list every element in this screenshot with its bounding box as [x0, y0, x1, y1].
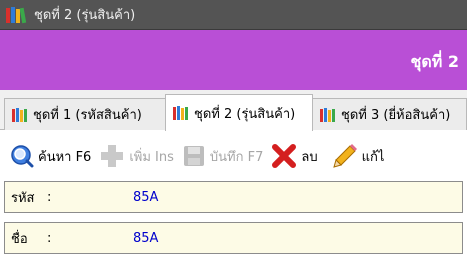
code-separator: :: [47, 189, 52, 205]
toolbar: ค้นหา F6 เพิ่ม Ins บันทึก F7 ลบ แก้ไ: [0, 138, 467, 174]
floppy-disk-icon: [182, 144, 206, 168]
window-title: ชุดที่ 2 (รุ่นสินค้า): [34, 8, 136, 23]
delete-label: ลบ: [301, 149, 318, 165]
tab-set-2[interactable]: ชุดที่ 2 (รุ่นสินค้า): [165, 94, 313, 131]
name-label: ชื่อ: [11, 231, 28, 247]
add-button[interactable]: เพิ่ม Ins: [99, 143, 174, 169]
search-button[interactable]: ค้นหา F6: [10, 144, 91, 168]
name-value: 85A: [133, 230, 159, 246]
pencil-icon: [332, 143, 358, 169]
books-icon: [319, 107, 337, 123]
books-icon: [11, 107, 29, 123]
books-icon: [172, 105, 190, 121]
save-button[interactable]: บันทึก F7: [182, 144, 263, 168]
tab-label: ชุดที่ 2 (รุ่นสินค้า): [194, 106, 296, 122]
tab-set-1[interactable]: ชุดที่ 1 (รหัสสินค้า): [4, 98, 166, 130]
search-icon: [10, 144, 34, 168]
code-label: รหัส: [11, 190, 35, 206]
books-icon: [5, 6, 27, 24]
page-header: ชุดที่ 2: [0, 30, 467, 90]
tab-label: ชุดที่ 1 (รหัสสินค้า): [33, 108, 142, 123]
edit-button[interactable]: แก้ไ: [332, 143, 385, 169]
name-separator: :: [47, 230, 52, 246]
red-x-icon: [271, 143, 297, 169]
search-label: ค้นหา F6: [38, 149, 92, 165]
code-value: 85A: [133, 189, 159, 205]
code-field[interactable]: รหัส : 85A: [4, 181, 463, 213]
edit-label: แก้ไ: [361, 149, 385, 165]
save-label: บันทึก F7: [209, 149, 264, 165]
tab-label: ชุดที่ 3 (ยี่ห้อสินค้า): [341, 108, 451, 123]
name-field[interactable]: ชื่อ : 85A: [4, 222, 463, 254]
page-title: ชุดที่ 2: [410, 52, 460, 71]
window-titlebar: ชุดที่ 2 (รุ่นสินค้า): [0, 0, 467, 30]
plus-icon: [99, 143, 125, 169]
tab-bar: ชุดที่ 1 (รหัสสินค้า) ชุดที่ 2 (รุ่นสินค…: [0, 90, 467, 131]
delete-button[interactable]: ลบ: [271, 143, 318, 169]
tab-set-3[interactable]: ชุดที่ 3 (ยี่ห้อสินค้า): [312, 98, 467, 130]
add-label: เพิ่ม Ins: [129, 149, 174, 165]
